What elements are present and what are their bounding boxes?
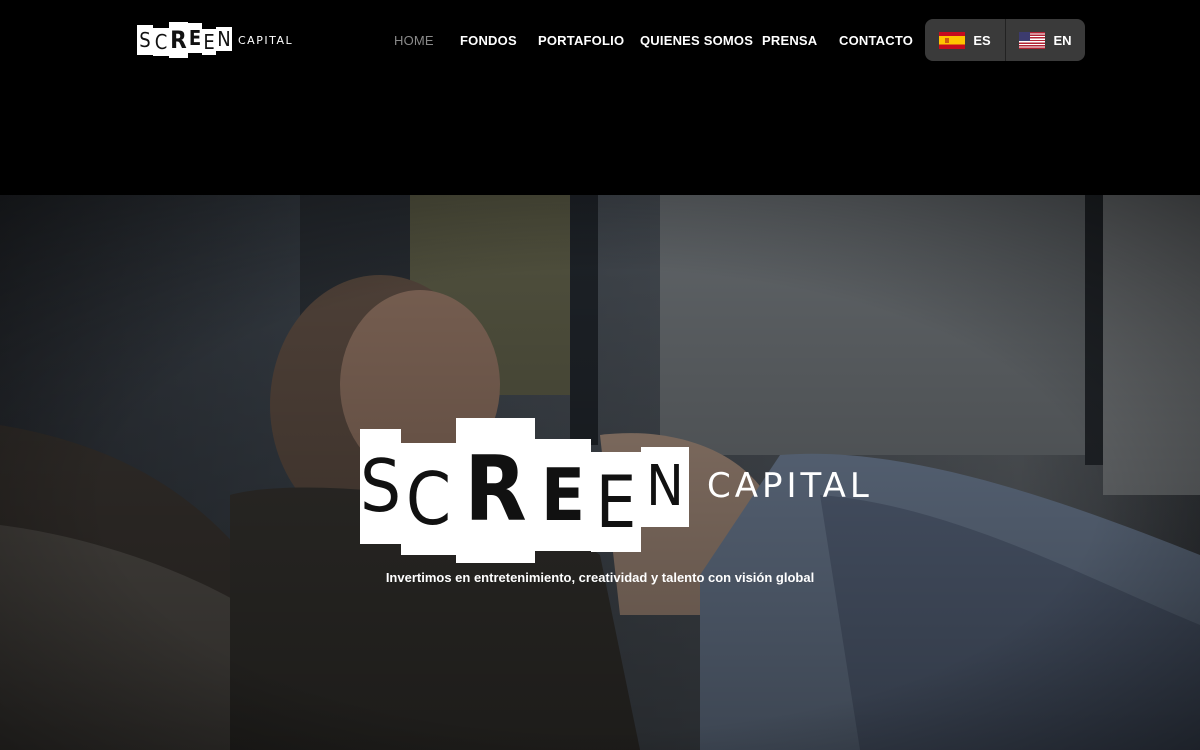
language-code: EN [1053,32,1072,48]
nav-item-fondos[interactable]: FONDOS [460,33,538,48]
logo-letter: S [137,24,153,55]
nav-item-quienes-somos[interactable]: QUIENES SOMOS [640,33,762,48]
hero-logo-letter: N [641,447,689,527]
usa-flag-icon [1019,31,1046,49]
logo-suffix: CAPITAL [238,34,294,47]
site-logo[interactable]: S C R E E N CAPITAL [137,21,293,58]
nav-item-prensa[interactable]: PRENSA [762,33,839,48]
hero-logo-letter: C [401,443,456,555]
site-header: S C R E E N CAPITAL HOME FONDOS PORTAFOL… [0,0,1200,195]
hero-logo-letter: S [360,428,401,544]
hero-logo: S C R E E N CAPITAL [360,417,873,563]
logo-letter: E [202,28,216,55]
spain-flag-icon [939,31,966,49]
nav-item-home[interactable]: HOME [394,33,460,48]
nav-item-portafolio[interactable]: PORTAFOLIO [538,33,640,48]
nav-item-contacto[interactable]: CONTACTO [839,33,913,48]
language-switcher: ES EN [925,19,1085,61]
hero-logo-letter: E [535,439,591,551]
logo-letter: E [188,23,202,53]
hero-logo-suffix: CAPITAL [707,466,873,506]
language-option-es[interactable]: ES [925,19,1005,61]
logo-letter: R [169,21,188,58]
hero-section: S C R E E N CAPITAL Invertimos en entret… [0,195,1200,750]
hero-tagline: Invertimos en entretenimiento, creativid… [385,570,815,585]
main-nav: HOME FONDOS PORTAFOLIO QUIENES SOMOS PRE… [394,30,913,50]
hero-logo-letter: E [591,452,641,552]
logo-letter: C [153,27,169,56]
hero-logo-letter: R [456,417,535,563]
language-code: ES [973,32,991,48]
logo-wordmark: S C R E E N [137,21,232,58]
logo-letter: N [216,26,232,51]
language-option-en[interactable]: EN [1005,19,1085,61]
